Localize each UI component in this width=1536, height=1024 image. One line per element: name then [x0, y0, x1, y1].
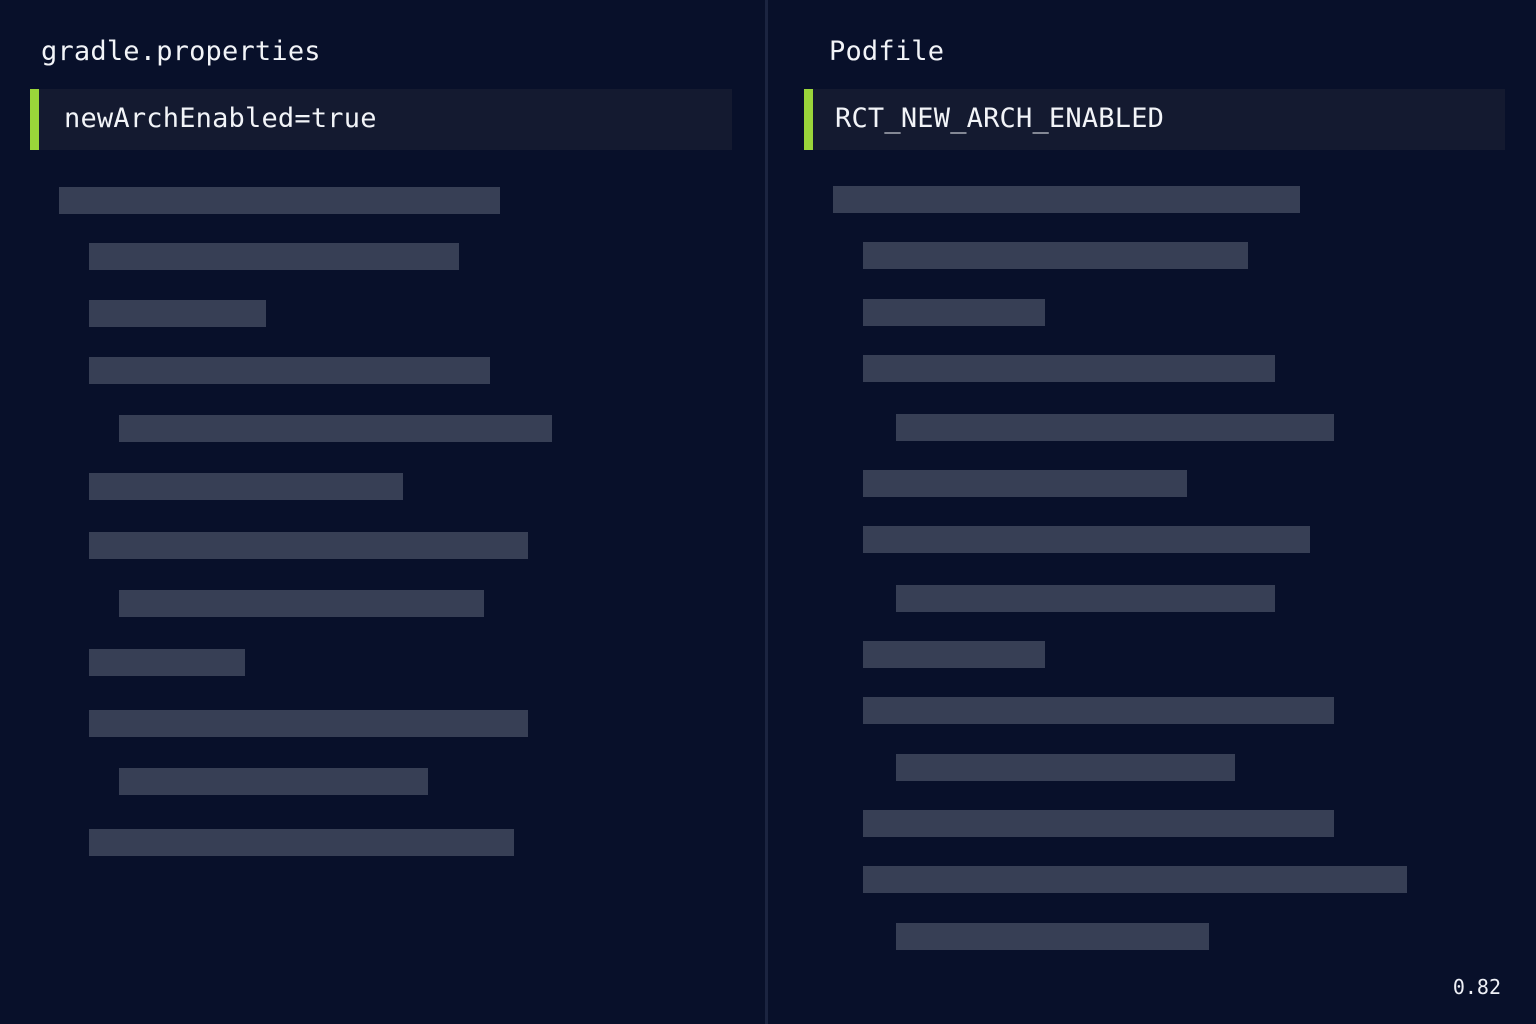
accent-bar: [804, 89, 813, 150]
redacted-code-line: [863, 355, 1275, 382]
file-title-gradle-properties: gradle.properties: [41, 36, 321, 67]
highlighted-line-podfile: RCT_NEW_ARCH_ENABLED: [804, 89, 1505, 150]
redacted-code-line: [896, 923, 1209, 950]
redacted-code-line: [863, 526, 1310, 553]
gradle-properties-pane: gradle.properties newArchEnabled=true: [0, 0, 765, 1024]
redacted-code-line: [89, 829, 514, 856]
redacted-code-line: [119, 415, 552, 442]
pane-divider: [765, 0, 768, 1024]
highlighted-line-text: RCT_NEW_ARCH_ENABLED: [835, 103, 1165, 134]
highlighted-line-gradle: newArchEnabled=true: [30, 89, 732, 150]
redacted-code-line: [89, 532, 528, 559]
redacted-code-line: [863, 470, 1187, 497]
redacted-code-line: [89, 473, 403, 500]
redacted-code-line: [863, 641, 1045, 668]
redacted-code-line: [833, 186, 1300, 213]
redacted-code-line: [896, 754, 1235, 781]
redacted-code-line: [863, 810, 1334, 837]
redacted-code-line: [59, 187, 500, 214]
redacted-code-line: [896, 414, 1334, 441]
redacted-code-line: [89, 710, 528, 737]
redacted-code-line: [119, 590, 484, 617]
redacted-code-line: [119, 768, 428, 795]
redacted-code-line: [863, 697, 1334, 724]
file-title-podfile: Podfile: [829, 36, 945, 67]
redacted-code-line: [863, 299, 1045, 326]
accent-bar: [30, 89, 39, 150]
similarity-score: 0.82: [1452, 975, 1501, 999]
redacted-code-line: [89, 300, 266, 327]
redacted-code-line: [89, 243, 459, 270]
redacted-code-line: [863, 242, 1248, 269]
redacted-code-line: [89, 649, 245, 676]
podfile-pane: Podfile RCT_NEW_ARCH_ENABLED: [769, 0, 1536, 1024]
highlighted-line-text: newArchEnabled=true: [64, 103, 377, 134]
redacted-code-line: [863, 866, 1407, 893]
redacted-code-line: [89, 357, 490, 384]
redacted-code-line: [896, 585, 1275, 612]
